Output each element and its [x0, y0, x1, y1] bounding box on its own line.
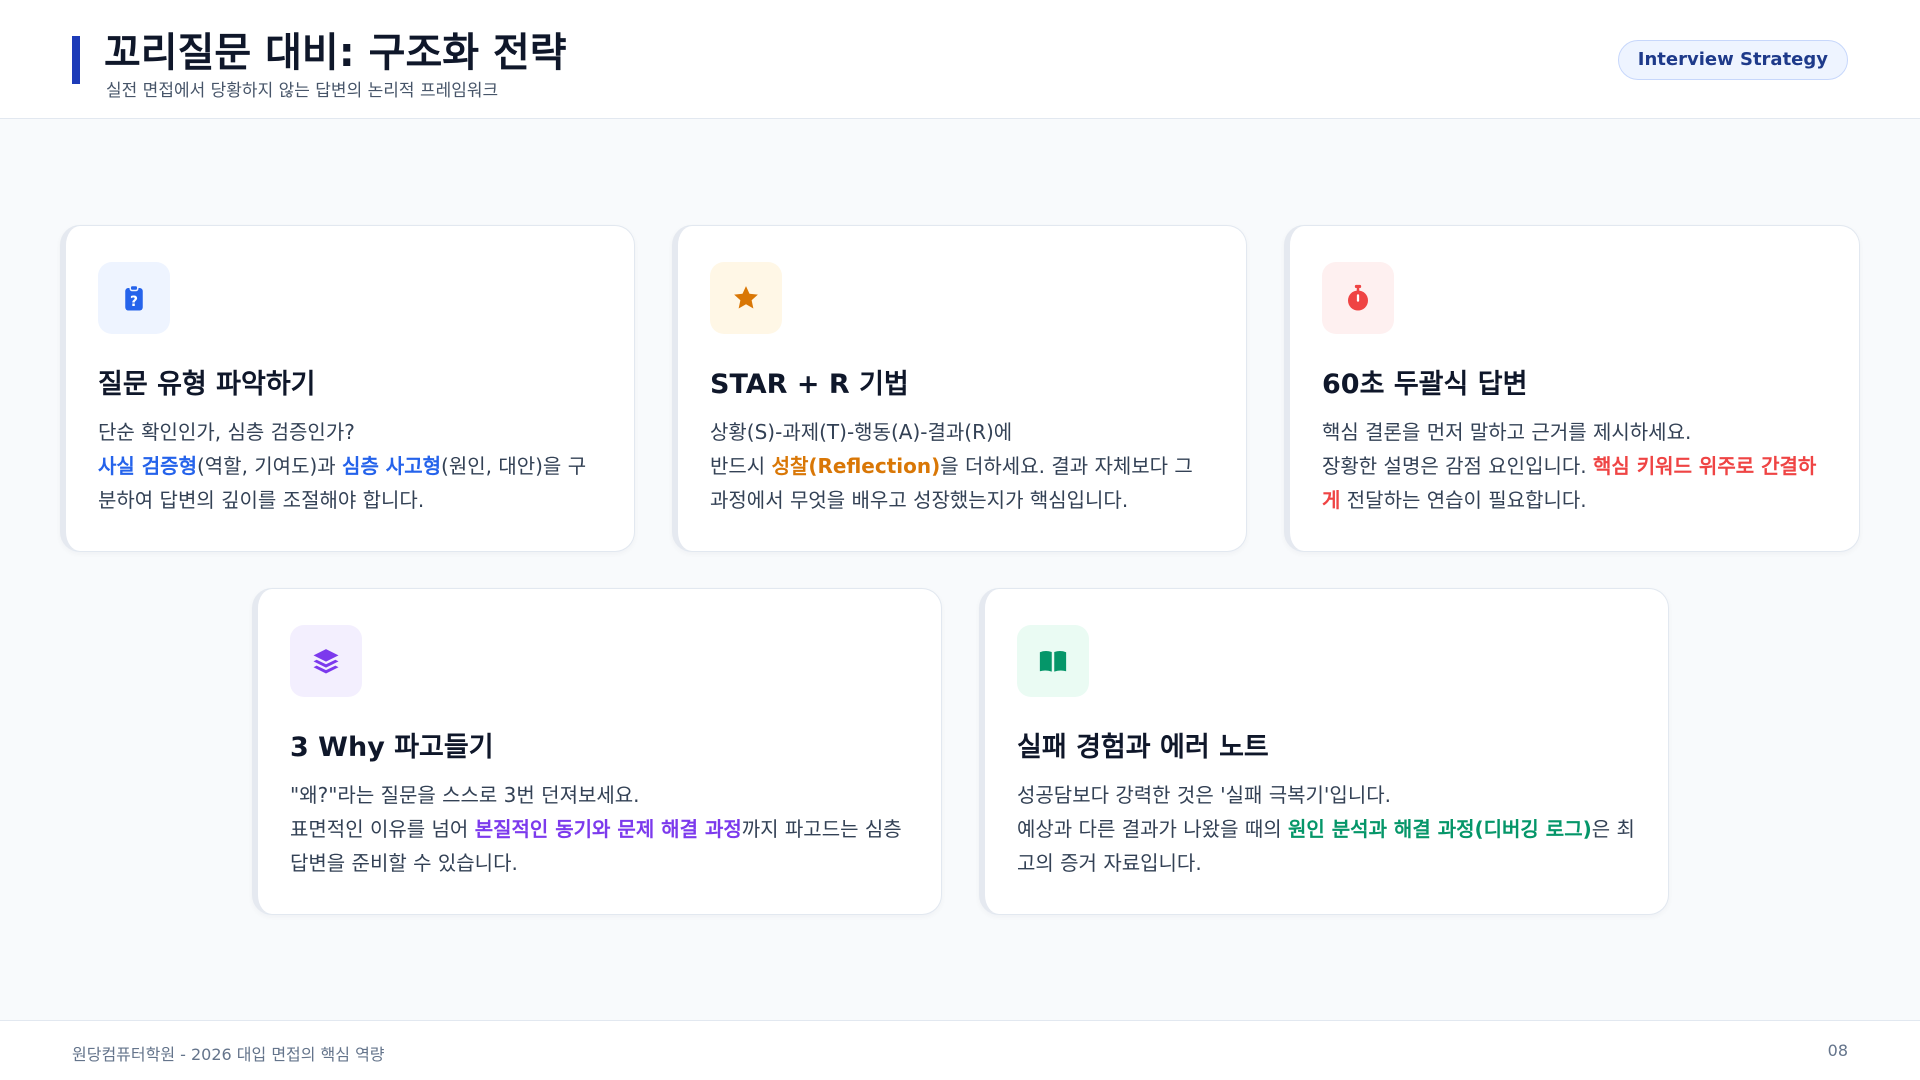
card-description: 단순 확인인가, 심층 검증인가? 사실 검증형(역할, 기여도)과 심층 사고… [98, 415, 604, 517]
footer: 원당컴퓨터학원 - 2026 대입 면접의 핵심 역량 08 [0, 1020, 1920, 1080]
card-description: "왜?"라는 질문을 스스로 3번 던져보세요. 표면적인 이유를 넘어 본질적… [290, 778, 911, 880]
highlight-debugging-log: 원인 분석과 해결 과정(디버깅 로그) [1288, 817, 1592, 841]
header: 꼬리질문 대비: 구조화 전략 실전 면접에서 당황하지 않는 답변의 논리적 … [0, 0, 1920, 119]
card-description: 핵심 결론을 먼저 말하고 근거를 제시하세요. 장황한 설명은 감점 요인입니… [1322, 415, 1829, 517]
card-star-r: STAR + R 기법 상황(S)-과제(T)-행동(A)-결과(R)에 반드시… [672, 225, 1247, 552]
stopwatch-icon [1322, 262, 1394, 334]
card-question-type: ? 질문 유형 파악하기 단순 확인인가, 심층 검증인가? 사실 검증형(역할… [60, 225, 635, 552]
open-book-icon [1017, 625, 1089, 697]
clipboard-question-icon: ? [98, 262, 170, 334]
desc-paragraph: 표면적인 이유를 넘어 본질적인 동기와 문제 해결 과정까지 파고드는 심층 … [290, 812, 911, 880]
desc-text: 전달하는 연습이 필요합니다. [1340, 488, 1587, 512]
desc-line: 상황(S)-과제(T)-행동(A)-결과(R)에 [710, 420, 1013, 444]
desc-line: 성공담보다 강력한 것은 '실패 극복기'입니다. [1017, 783, 1391, 807]
card-failure-notes: 실패 경험과 에러 노트 성공담보다 강력한 것은 '실패 극복기'입니다. 예… [979, 588, 1669, 915]
card-60-seconds: 60초 두괄식 답변 핵심 결론을 먼저 말하고 근거를 제시하세요. 장황한 … [1284, 225, 1860, 552]
page-title: 꼬리질문 대비: 구조화 전략 [104, 30, 567, 76]
title-accent-bar [72, 36, 80, 84]
desc-text: 예상과 다른 결과가 나왔을 때의 [1017, 817, 1288, 841]
card-description: 상황(S)-과제(T)-행동(A)-결과(R)에 반드시 성찰(Reflecti… [710, 415, 1216, 517]
desc-paragraph: 장황한 설명은 감점 요인입니다. 핵심 키워드 위주로 간결하게 전달하는 연… [1322, 449, 1829, 517]
highlight-fact-check: 사실 검증형 [98, 454, 197, 478]
category-badge: Interview Strategy [1617, 40, 1848, 80]
card-title: 질문 유형 파악하기 [98, 369, 316, 400]
svg-text:?: ? [130, 294, 138, 310]
card-title: 실패 경험과 에러 노트 [1017, 732, 1269, 763]
page-subtitle: 실전 면접에서 당황하지 않는 답변의 논리적 프레임워크 [106, 81, 499, 101]
card-3-why: 3 Why 파고들기 "왜?"라는 질문을 스스로 3번 던져보세요. 표면적인… [252, 588, 942, 915]
card-title: 60초 두괄식 답변 [1322, 369, 1528, 400]
desc-paragraph: 사실 검증형(역할, 기여도)과 심층 사고형(원인, 대안)을 구분하여 답변… [98, 449, 604, 517]
desc-line: 단순 확인인가, 심층 검증인가? [98, 420, 355, 444]
desc-paragraph: 예상과 다른 결과가 나왔을 때의 원인 분석과 해결 과정(디버깅 로그)은 … [1017, 812, 1638, 880]
card-title: STAR + R 기법 [710, 369, 909, 400]
desc-line: 핵심 결론을 먼저 말하고 근거를 제시하세요. [1322, 420, 1692, 444]
highlight-deep-thinking: 심층 사고형 [342, 454, 442, 478]
desc-text: (역할, 기여도)과 [196, 454, 343, 478]
desc-text: 반드시 [710, 454, 772, 478]
highlight-motivation: 본질적인 동기와 문제 해결 과정 [474, 817, 742, 841]
highlight-reflection: 성찰(Reflection) [771, 454, 941, 478]
star-icon [710, 262, 782, 334]
page-number: 08 [1827, 1041, 1848, 1060]
desc-text: 장황한 설명은 감점 요인입니다. [1322, 454, 1593, 478]
card-title: 3 Why 파고들기 [290, 732, 494, 763]
desc-paragraph: 반드시 성찰(Reflection)을 더하세요. 결과 자체보다 그 과정에서… [710, 449, 1216, 517]
desc-text: 표면적인 이유를 넘어 [290, 817, 475, 841]
desc-line: "왜?"라는 질문을 스스로 3번 던져보세요. [290, 783, 640, 807]
footer-text: 원당컴퓨터학원 - 2026 대입 면접의 핵심 역량 [72, 1045, 385, 1064]
layers-icon [290, 625, 362, 697]
card-description: 성공담보다 강력한 것은 '실패 극복기'입니다. 예상과 다른 결과가 나왔을… [1017, 778, 1638, 880]
